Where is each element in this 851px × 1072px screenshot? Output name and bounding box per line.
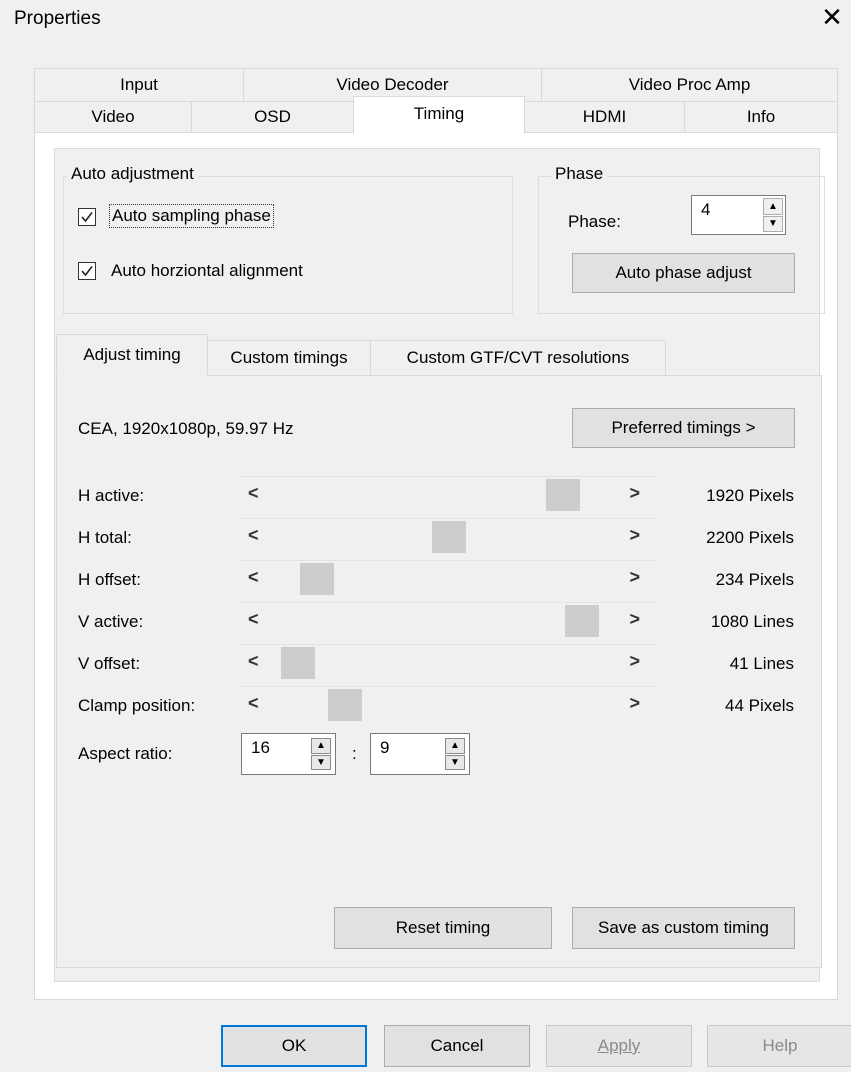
chevron-right-icon[interactable]: > <box>629 525 640 546</box>
timing-row-label: Clamp position: <box>78 696 196 715</box>
slider-thumb[interactable] <box>328 689 362 721</box>
chevron-right-icon[interactable]: > <box>629 651 640 672</box>
slider-thumb[interactable] <box>300 563 334 595</box>
timing-slider[interactable]: < > <box>240 518 658 559</box>
auto-phase-adjust-button[interactable]: Auto phase adjust <box>572 253 795 293</box>
phase-spinbox[interactable]: 4 ▲ ▼ <box>691 195 786 235</box>
help-button: Help <box>707 1025 851 1067</box>
cancel-button[interactable]: Cancel <box>384 1025 530 1067</box>
slider-track[interactable] <box>268 477 618 513</box>
timing-row-value: 41 Lines <box>729 654 794 673</box>
tab-video[interactable]: Video <box>34 101 192 133</box>
slider-track[interactable] <box>268 687 618 723</box>
ok-button[interactable]: OK <box>221 1025 367 1067</box>
chevron-left-icon[interactable]: < <box>248 483 259 504</box>
tab-osd[interactable]: OSD <box>191 101 354 133</box>
check-icon <box>81 266 93 277</box>
slider-thumb[interactable] <box>565 605 599 637</box>
window-title: Properties <box>14 8 101 29</box>
chevron-right-icon[interactable]: > <box>629 693 640 714</box>
timing-row-label: H offset: <box>78 570 141 589</box>
chevron-left-icon[interactable]: < <box>248 609 259 630</box>
tab-timing[interactable]: Timing <box>353 96 525 134</box>
timing-row-value: 234 Pixels <box>715 570 794 589</box>
aspect-width-spinbox[interactable]: 16 ▲ ▼ <box>241 733 336 775</box>
spin-down-icon[interactable]: ▼ <box>763 215 783 232</box>
mode-text: CEA, 1920x1080p, 59.97 Hz <box>78 419 294 438</box>
tab-input[interactable]: Input <box>34 68 244 102</box>
auto-sampling-phase-checkbox[interactable] <box>78 208 96 226</box>
timing-slider[interactable]: < > <box>240 686 658 727</box>
subtab-custom-timings[interactable]: Custom timings <box>207 340 371 376</box>
tab-info[interactable]: Info <box>684 101 838 133</box>
slider-track[interactable] <box>268 519 618 555</box>
spin-up-icon[interactable]: ▲ <box>763 198 783 215</box>
timing-slider[interactable]: < > <box>240 476 658 517</box>
timing-row-label: V active: <box>78 612 144 631</box>
timing-row-label: V offset: <box>78 654 141 673</box>
slider-thumb[interactable] <box>432 521 466 553</box>
phase-value: 4 <box>701 200 711 219</box>
auto-horizontal-alignment-checkbox[interactable] <box>78 262 96 280</box>
auto-adjustment-group <box>63 176 513 314</box>
close-icon[interactable]: ✕ <box>818 2 846 32</box>
aspect-height-spinbox[interactable]: 9 ▲ ▼ <box>370 733 470 775</box>
slider-thumb[interactable] <box>546 479 580 511</box>
subtab-custom-gtf-cvt[interactable]: Custom GTF/CVT resolutions <box>370 340 666 376</box>
spin-down-icon[interactable]: ▼ <box>311 754 331 770</box>
timing-row-label: H active: <box>78 486 145 505</box>
aspect-ratio-label: Aspect ratio: <box>78 744 173 763</box>
aspect-height-value: 9 <box>380 738 390 757</box>
timing-slider[interactable]: < > <box>240 602 658 643</box>
apply-button: Apply <box>546 1025 692 1067</box>
timing-slider[interactable]: < > <box>240 644 658 685</box>
phase-label: Phase: <box>568 212 621 231</box>
subtab-adjust-timing[interactable]: Adjust timing <box>56 334 208 376</box>
auto-adjustment-legend: Auto adjustment <box>67 164 198 184</box>
chevron-right-icon[interactable]: > <box>629 483 640 504</box>
spin-up-icon[interactable]: ▲ <box>311 738 331 754</box>
auto-horizontal-alignment-label[interactable]: Auto horziontal alignment <box>111 261 303 281</box>
slider-thumb[interactable] <box>281 647 315 679</box>
chevron-right-icon[interactable]: > <box>629 567 640 588</box>
slider-track[interactable] <box>268 603 618 639</box>
slider-track[interactable] <box>268 561 618 597</box>
tab-hdmi[interactable]: HDMI <box>524 101 685 133</box>
preferred-timings-button[interactable]: Preferred timings > <box>572 408 795 448</box>
spin-down-icon[interactable]: ▼ <box>445 754 465 770</box>
chevron-left-icon[interactable]: < <box>248 693 259 714</box>
phase-legend: Phase <box>551 164 608 184</box>
timing-row-value: 1920 Pixels <box>706 486 794 505</box>
aspect-width-value: 16 <box>251 738 270 757</box>
timing-row-value: 44 Pixels <box>725 696 794 715</box>
chevron-left-icon[interactable]: < <box>248 525 259 546</box>
timing-row-value: 2200 Pixels <box>706 528 794 547</box>
slider-track[interactable] <box>268 645 618 681</box>
save-as-custom-timing-button[interactable]: Save as custom timing <box>572 907 795 949</box>
timing-row-value: 1080 Lines <box>710 612 794 631</box>
chevron-left-icon[interactable]: < <box>248 567 259 588</box>
chevron-left-icon[interactable]: < <box>248 651 259 672</box>
check-icon <box>81 212 93 223</box>
reset-timing-button[interactable]: Reset timing <box>334 907 552 949</box>
timing-row-label: H total: <box>78 528 132 547</box>
tab-video-proc-amp[interactable]: Video Proc Amp <box>541 68 838 102</box>
chevron-right-icon[interactable]: > <box>629 609 640 630</box>
aspect-separator: : <box>352 744 357 763</box>
timing-slider[interactable]: < > <box>240 560 658 601</box>
auto-sampling-phase-label[interactable]: Auto sampling phase <box>109 204 274 228</box>
spin-up-icon[interactable]: ▲ <box>445 738 465 754</box>
